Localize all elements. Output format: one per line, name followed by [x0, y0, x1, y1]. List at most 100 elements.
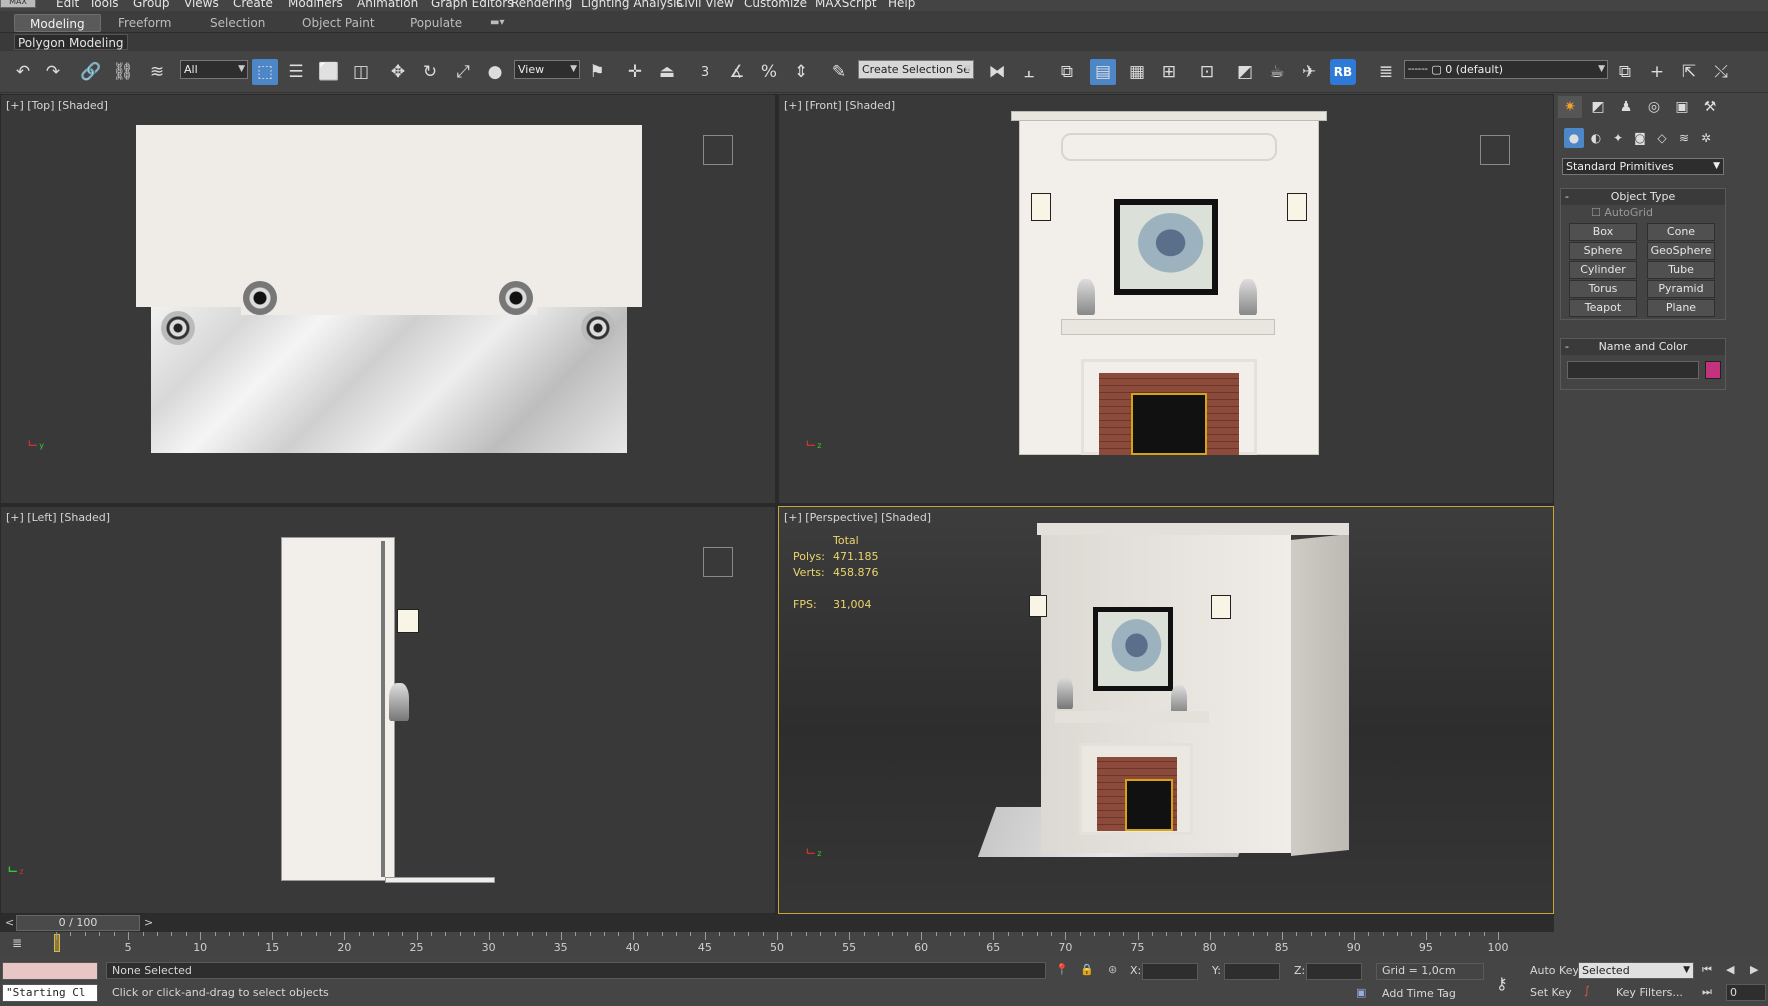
viewcube-icon[interactable] — [703, 135, 733, 165]
align-icon[interactable]: ⫠ — [1016, 59, 1042, 85]
maxscript-listener-output[interactable]: "Starting Cl — [2, 984, 98, 1002]
tab-freeform[interactable]: Freeform — [118, 14, 171, 32]
teapot-button[interactable]: Teapot — [1569, 299, 1637, 317]
spinner-snap-icon[interactable]: ⇕ — [788, 59, 814, 85]
plane-button[interactable]: Plane — [1647, 299, 1715, 317]
utilities-tab-icon[interactable]: ⚒ — [1698, 96, 1722, 118]
render-setup-icon[interactable]: ☕ — [1264, 59, 1290, 85]
viewcube-icon[interactable] — [703, 547, 733, 577]
selection-lock-icon[interactable]: 🔒 — [1080, 963, 1094, 976]
create-tab-icon[interactable]: ✷ — [1558, 96, 1582, 118]
torus-button[interactable]: Torus — [1569, 280, 1637, 298]
viewport-perspective[interactable]: [+] [Perspective] [Shaded] Total Polys: … — [778, 506, 1554, 914]
cameras-icon[interactable]: ◙ — [1630, 128, 1650, 148]
sphere-button[interactable]: Sphere — [1569, 242, 1637, 260]
display-tab-icon[interactable]: ▣ — [1670, 96, 1694, 118]
tab-object-paint[interactable]: Object Paint — [302, 14, 375, 32]
time-slider-thumb[interactable]: 0 / 100 — [16, 915, 140, 931]
edit-named-selection-icon[interactable]: ✎ — [826, 59, 852, 85]
time-prev-button[interactable]: < — [5, 916, 14, 929]
absolute-mode-icon[interactable]: ⊛ — [1108, 963, 1117, 976]
menu-create[interactable]: Create — [233, 0, 273, 10]
modify-tab-icon[interactable]: ◩ — [1586, 96, 1610, 118]
add-to-layer-icon[interactable]: + — [1644, 59, 1670, 85]
cylinder-button[interactable]: Cylinder — [1569, 261, 1637, 279]
menu-tools[interactable]: Tools — [89, 0, 119, 10]
add-time-tag[interactable]: Add Time Tag — [1382, 987, 1456, 1000]
select-and-move-icon[interactable]: ✥ — [385, 59, 411, 85]
y-coordinate-input[interactable] — [1224, 963, 1280, 980]
play-icon[interactable]: ▶ — [1750, 963, 1758, 976]
geometry-icon[interactable]: ● — [1564, 128, 1584, 148]
rectangular-selection-icon[interactable]: ⬜ — [316, 59, 342, 85]
current-frame-marker[interactable] — [54, 934, 60, 952]
window-crossing-icon[interactable]: ◫ — [348, 59, 374, 85]
material-editor-icon[interactable]: ◩ — [1232, 59, 1258, 85]
menu-help[interactable]: Help — [888, 0, 915, 10]
go-to-start-icon[interactable]: ⏮ — [1702, 963, 1712, 977]
time-slider[interactable]: < 0 / 100 > — [0, 914, 1554, 932]
isolate-selection-icon[interactable]: 📍 — [1055, 963, 1069, 976]
previous-frame-icon[interactable]: ◀ — [1726, 963, 1734, 976]
object-name-input[interactable] — [1567, 361, 1699, 379]
ribbon-options-icon[interactable]: ▬▾ — [490, 14, 504, 32]
schematic-view-icon[interactable]: ⊡ — [1194, 59, 1220, 85]
selection-filter-dropdown[interactable]: All ▼ — [180, 60, 248, 79]
viewcube-icon[interactable] — [1480, 135, 1510, 165]
menu-edit[interactable]: Edit — [56, 0, 79, 10]
menu-customize[interactable]: Customize — [744, 0, 807, 10]
select-and-link-icon[interactable]: 🔗 — [78, 59, 104, 85]
current-frame-input[interactable]: 0 — [1726, 984, 1766, 1001]
tube-button[interactable]: Tube — [1647, 261, 1715, 279]
undo-icon[interactable]: ↶ — [10, 59, 36, 85]
angle-snap-icon[interactable]: ∡ — [724, 59, 750, 85]
maxscript-listener-input-pink[interactable] — [2, 962, 98, 980]
tab-selection[interactable]: Selection — [210, 14, 265, 32]
select-and-rotate-icon[interactable]: ↻ — [417, 59, 443, 85]
menu-group[interactable]: Group — [133, 0, 170, 10]
render-production-icon[interactable]: ✈ — [1296, 59, 1322, 85]
lights-icon[interactable]: ✦ — [1608, 128, 1628, 148]
select-in-layer-icon[interactable]: ⇱ — [1676, 59, 1702, 85]
menu-views[interactable]: Views — [184, 0, 219, 10]
tab-populate[interactable]: Populate — [410, 14, 462, 32]
redo-icon[interactable]: ↷ — [40, 59, 66, 85]
polygon-modeling-panel[interactable]: Polygon Modeling — [14, 34, 128, 50]
curve-editor-icon[interactable]: ⊞ — [1156, 59, 1182, 85]
use-pivot-center-icon[interactable]: ⚑ — [584, 59, 610, 85]
keyboard-shortcut-override-icon[interactable]: ⏏ — [654, 59, 680, 85]
current-layer-dropdown[interactable]: ╍╍╍ ▢ 0 (default) ▼ — [1404, 60, 1608, 79]
systems-icon[interactable]: ✲ — [1696, 128, 1716, 148]
menu-rendering[interactable]: Rendering — [511, 0, 572, 10]
menu-lighting-analysis[interactable]: Lighting Analysis — [581, 0, 683, 10]
select-and-manipulate-icon[interactable]: ✛ — [622, 59, 648, 85]
toggle-layer-explorer-icon[interactable]: ▤ — [1090, 59, 1116, 85]
percent-snap-icon[interactable]: % — [756, 59, 782, 85]
key-tangent-icon[interactable]: ∫ — [1584, 984, 1590, 997]
z-coordinate-input[interactable] — [1306, 963, 1362, 980]
tab-modeling[interactable]: Modeling — [14, 14, 101, 32]
track-bar[interactable]: ≣ 5 10 15 20 25 30 35 40 45 50 55 60 65 70 75 80 85 90 95 1… — [0, 932, 1554, 956]
menu-civil-view[interactable]: Civil View — [676, 0, 734, 10]
category-dropdown[interactable]: Standard Primitives ▼ — [1562, 158, 1724, 175]
mirror-icon[interactable]: ⧓ — [984, 59, 1010, 85]
hierarchy-tab-icon[interactable]: ♟ — [1614, 96, 1638, 118]
key-filters-button[interactable]: Key Filters... — [1616, 986, 1683, 999]
select-object-icon[interactable]: ⬚ — [252, 59, 278, 85]
autogrid-checkbox[interactable]: ☐ AutoGrid — [1591, 206, 1653, 219]
set-key-icon[interactable]: ⚷ — [1496, 974, 1508, 993]
menu-maxscript[interactable]: MAXScript — [815, 0, 877, 10]
menu-animation[interactable]: Animation — [357, 0, 418, 10]
set-key-button[interactable]: Set Key — [1530, 986, 1572, 999]
box-button[interactable]: Box — [1569, 223, 1637, 241]
unlink-icon[interactable]: ⛓ — [110, 59, 136, 85]
set-current-layer-icon[interactable]: ⤯ — [1708, 59, 1734, 85]
viewport-left[interactable]: [+] [Left] [Shaded] ┗━ z — [0, 506, 776, 914]
key-mode-toggle-icon[interactable]: ⏭ — [1702, 985, 1712, 999]
object-color-swatch[interactable] — [1705, 361, 1721, 379]
helpers-icon[interactable]: ◇ — [1652, 128, 1672, 148]
time-tag-icon[interactable]: ▣ — [1356, 986, 1366, 999]
viewport-label[interactable]: [+] [Front] [Shaded] — [784, 99, 895, 112]
select-and-scale-icon[interactable]: ⤢ — [450, 59, 476, 85]
snaps-toggle-icon[interactable]: 3 — [692, 59, 718, 85]
